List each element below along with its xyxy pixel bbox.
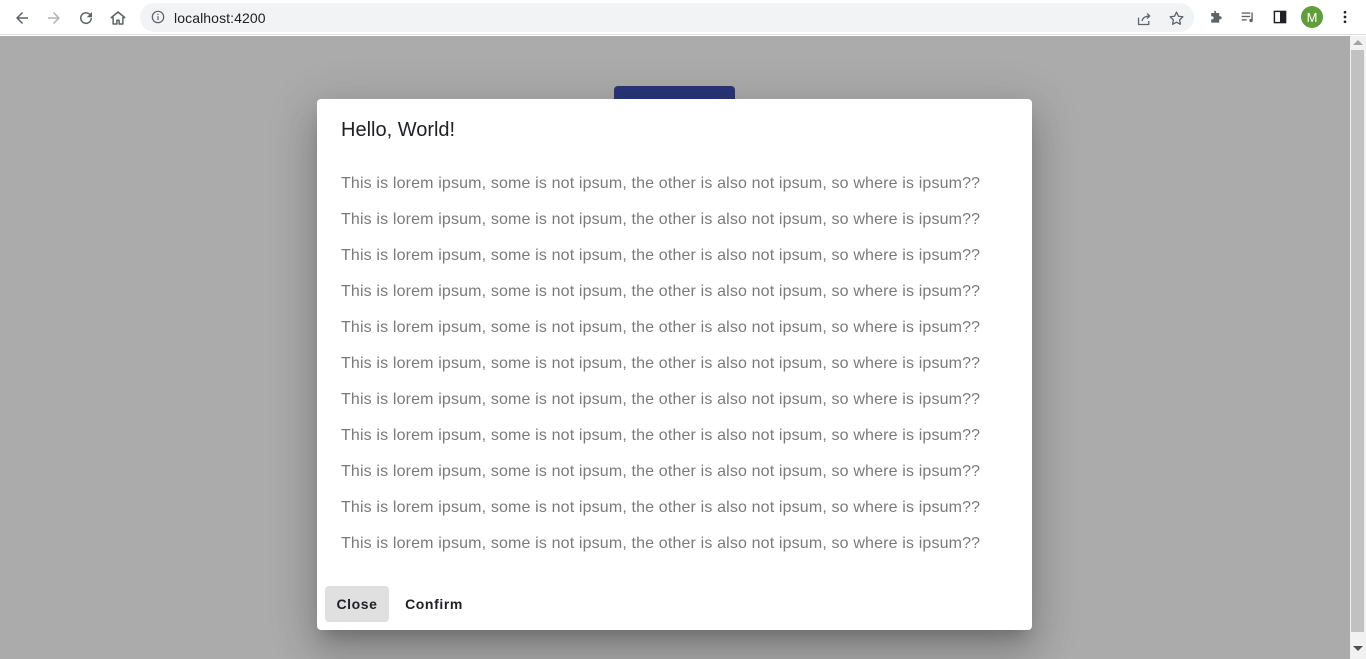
content-line: This is lorem ipsum, some is not ipsum, …	[341, 247, 981, 264]
content-line: This is lorem ipsum, some is not ipsum, …	[341, 319, 981, 336]
content-line: This is lorem ipsum, some is not ipsum, …	[341, 535, 981, 552]
confirm-button[interactable]: Confirm	[397, 586, 471, 622]
kebab-menu-icon[interactable]	[1334, 6, 1356, 28]
forward-arrow-icon[interactable]	[40, 4, 68, 32]
avatar-initial: M	[1306, 9, 1318, 25]
content-line: This is lorem ipsum, some is not ipsum, …	[341, 283, 981, 300]
content-line: This is lorem ipsum, some is not ipsum, …	[341, 463, 981, 480]
content-line: This is lorem ipsum, some is not ipsum, …	[341, 499, 981, 516]
reload-icon[interactable]	[72, 4, 100, 32]
puzzle-icon[interactable]	[1205, 6, 1227, 28]
browser-toolbar: localhost:4200 M	[0, 0, 1366, 35]
avatar[interactable]: M	[1301, 6, 1323, 28]
side-panel-icon[interactable]	[1269, 6, 1291, 28]
content-line: This is lorem ipsum, some is not ipsum, …	[341, 391, 981, 408]
content-line: This is lorem ipsum, some is not ipsum, …	[341, 355, 981, 372]
content-line: This is lorem ipsum, some is not ipsum, …	[341, 211, 981, 228]
scroll-up-arrow-icon[interactable]	[1353, 40, 1363, 45]
info-icon[interactable]	[150, 9, 166, 25]
dialog-content: This is lorem ipsum, some is not ipsum, …	[341, 174, 1021, 570]
scroll-down-arrow-icon[interactable]	[1353, 646, 1363, 651]
star-icon[interactable]	[1166, 8, 1186, 28]
close-button[interactable]: Close	[325, 586, 389, 622]
back-arrow-icon[interactable]	[8, 4, 36, 32]
share-icon[interactable]	[1134, 8, 1154, 28]
media-queue-icon[interactable]	[1237, 6, 1259, 28]
address-bar[interactable]: localhost:4200	[140, 3, 1194, 32]
url-text[interactable]: localhost:4200	[174, 10, 266, 26]
dialog: Hello, World! This is lorem ipsum, some …	[317, 99, 1032, 630]
dialog-title: Hello, World!	[341, 119, 456, 141]
home-icon[interactable]	[104, 4, 132, 32]
content-line: This is lorem ipsum, some is not ipsum, …	[341, 175, 981, 192]
scrollbar-thumb[interactable]	[1351, 50, 1364, 632]
content-line: This is lorem ipsum, some is not ipsum, …	[341, 427, 981, 444]
